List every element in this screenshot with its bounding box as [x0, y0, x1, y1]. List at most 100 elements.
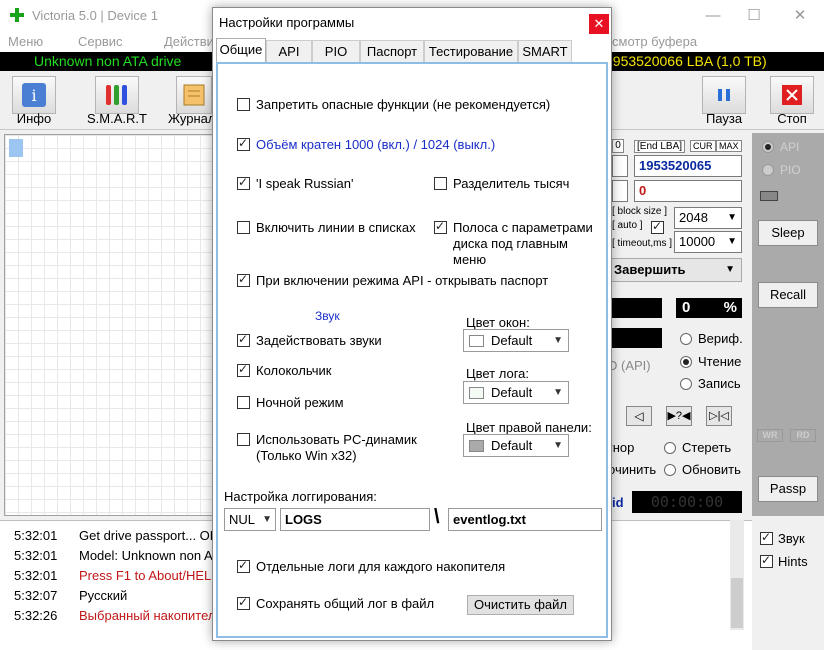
read-radio[interactable]: Чтение [680, 354, 741, 369]
write-radio[interactable]: Запись [680, 376, 741, 391]
log-file-field[interactable]: eventlog.txt [448, 508, 602, 531]
checkbox [434, 177, 447, 190]
log-text: Get drive passport... OK [79, 528, 219, 543]
opt-lines-checkbox[interactable]: Включить линии в списках [237, 220, 416, 235]
repair-label[interactable]: очинить [608, 462, 656, 477]
checkbox [237, 98, 250, 111]
chevron-down-icon: ▼ [262, 514, 272, 525]
read-radio-dot [680, 355, 692, 368]
rd-indicator: RD [790, 429, 816, 442]
sound-checkbox[interactable]: Звук [760, 530, 805, 546]
end-lba-label: [End LBA] [634, 140, 686, 153]
opt-night-checkbox[interactable]: Ночной режим [237, 395, 344, 410]
minimize-button[interactable]: — [703, 6, 723, 26]
passp-button[interactable]: Passp [758, 476, 818, 502]
menu-buffer-view[interactable]: смотр буфера [612, 34, 697, 49]
log-time: 5:32:01 [14, 528, 58, 543]
refresh-radio[interactable]: Обновить [664, 462, 741, 477]
api-radio[interactable]: API [762, 140, 799, 154]
checkbox [237, 221, 250, 234]
start-lba-field[interactable] [612, 155, 628, 177]
tab-api[interactable]: API [266, 40, 312, 62]
sleep-button[interactable]: Sleep [758, 220, 818, 246]
tab-smart[interactable]: SMART [518, 40, 572, 62]
stop-label: Стоп [777, 111, 807, 126]
opt-bell-checkbox[interactable]: Колокольчик [237, 362, 331, 378]
drive-name: Unknown non ATA drive [34, 53, 182, 69]
rewind-icon: ◁ [634, 409, 644, 423]
opt-save-log-checkbox[interactable]: Сохранять общий лог в файл [237, 595, 434, 611]
percent-sign: % [723, 299, 737, 316]
end-lba-field[interactable]: 1953520065 [634, 155, 742, 177]
menu-service[interactable]: Сервис [78, 34, 123, 49]
info-label: Инфо [16, 111, 52, 126]
opt-bar-checkbox[interactable]: Полоса с параметрами диска под главным м… [434, 219, 604, 268]
verify-radio-dot [680, 332, 692, 345]
pio-radio[interactable]: PIO [762, 163, 801, 177]
journal-button[interactable] [176, 76, 212, 114]
maximize-button[interactable]: ☐ [744, 6, 764, 26]
hints-checkbox[interactable]: Hints [760, 553, 808, 569]
log-dir-field[interactable]: LOGS [280, 508, 430, 531]
log-drive-select[interactable]: NUL ▼ [224, 508, 276, 531]
max-button[interactable]: MAX [716, 140, 742, 152]
color-windows-select[interactable]: Default ▼ [463, 329, 569, 352]
timeout-select[interactable]: 10000 ▼ [674, 231, 742, 253]
clear-file-button[interactable]: Очистить файл [467, 595, 574, 615]
opt-sounds-checkbox[interactable]: Задействовать звуки [237, 332, 382, 348]
jump-button[interactable]: ▶?◀ [666, 406, 692, 426]
dialog-close-button[interactable]: ✕ [589, 14, 609, 34]
path-separator: \ [434, 506, 440, 528]
color-right-value: Default [491, 438, 533, 453]
write-label: Запись [698, 376, 741, 391]
opt-pcspeaker-checkbox[interactable]: Использовать PC-динамик (Только Win x32) [237, 432, 427, 464]
opt-thousands-checkbox[interactable]: Разделитель тысяч [434, 176, 569, 191]
recall-button[interactable]: Recall [758, 282, 818, 308]
tab-general[interactable]: Общие [216, 38, 266, 62]
block-size-select[interactable]: 2048 ▼ [674, 207, 742, 229]
cur-button[interactable]: CUR [690, 140, 716, 152]
opt-api-passport-checkbox[interactable]: При включении режима API - открывать пас… [237, 272, 549, 288]
auto-checkbox[interactable] [651, 219, 664, 234]
opt-volume-label: Объём кратен 1000 (вкл.) / 1024 (выкл.) [256, 137, 496, 152]
tab-passport[interactable]: Паспорт [360, 40, 424, 62]
chevron-down-icon: ▼ [727, 236, 737, 247]
pause-label: Пауза [705, 111, 743, 126]
log-scrollbar-thumb[interactable] [731, 578, 743, 628]
rewind-button[interactable]: ◁ [626, 406, 652, 426]
log-time: 5:32:01 [14, 568, 58, 583]
sound-check [760, 530, 773, 545]
color-log-label: Цвет лога: [466, 366, 530, 381]
menu-main[interactable]: Меню [8, 34, 43, 49]
opt-thousands-label: Разделитель тысяч [453, 176, 570, 191]
log-row: 5:32:07 Русский [14, 588, 127, 603]
color-log-select[interactable]: Default ▼ [463, 381, 569, 404]
smart-button[interactable] [95, 76, 139, 114]
color-swatch [469, 439, 484, 452]
end-button[interactable]: ▷|◁ [706, 406, 732, 426]
verify-radio[interactable]: Вериф. [680, 331, 743, 346]
erase-radio[interactable]: Стереть [664, 440, 731, 455]
opt-dangerous-checkbox[interactable]: Запретить опасные функции (не рекомендуе… [237, 97, 550, 112]
checkbox [237, 136, 250, 151]
chevron-down-icon: ▼ [553, 387, 563, 398]
opt-volume-checkbox[interactable]: Объём кратен 1000 (вкл.) / 1024 (выкл.) [237, 136, 496, 152]
api-label: API [780, 140, 800, 154]
tab-testing[interactable]: Тестирование [424, 40, 518, 62]
journal-icon [183, 84, 205, 106]
tab-pio[interactable]: PIO [312, 40, 360, 62]
color-right-select[interactable]: Default ▼ [463, 434, 569, 457]
timeout-label: [ timeout,ms ] [612, 238, 673, 249]
pause-button[interactable] [702, 76, 746, 114]
opt-russian-checkbox[interactable]: 'I speak Russian' [237, 175, 353, 191]
finish-select[interactable]: Завершить ▼ [608, 258, 742, 282]
info-button[interactable]: i [12, 76, 56, 114]
opt-separate-logs-checkbox[interactable]: Отдельные логи для каждого накопителя [237, 558, 505, 574]
speed-display [608, 328, 662, 348]
window-close-button[interactable]: ✕ [790, 6, 810, 26]
refresh-radio-dot [664, 463, 676, 476]
color-swatch [469, 334, 484, 347]
stop-button[interactable] [770, 76, 814, 114]
opt-api-passport-label: При включении режима API - открывать пас… [256, 273, 549, 288]
erase-radio-dot [664, 441, 676, 454]
